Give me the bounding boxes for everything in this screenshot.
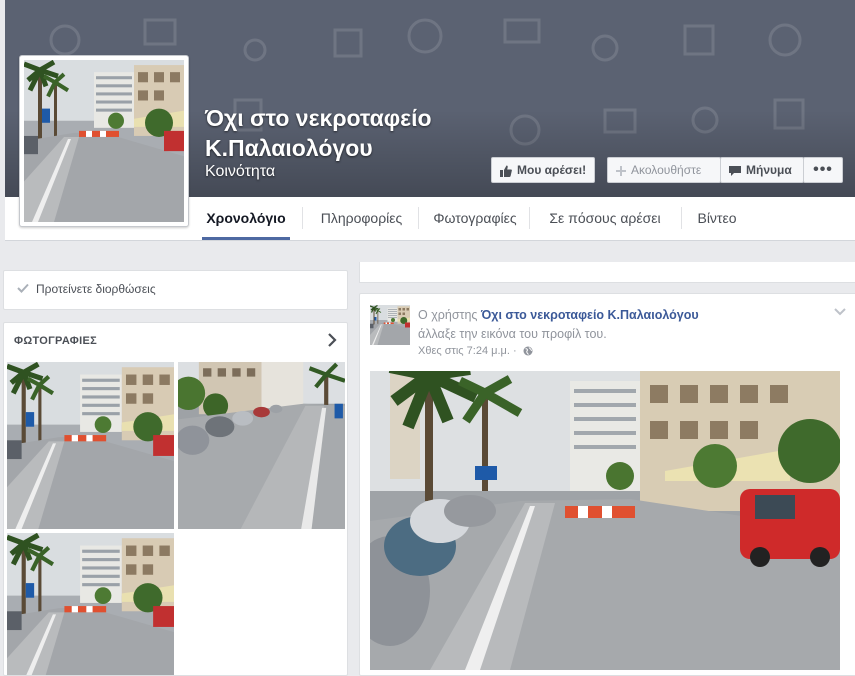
chevron-down-icon[interactable] xyxy=(834,308,846,316)
tab-videos[interactable]: Βίντεο xyxy=(693,197,741,240)
profile-photo-image xyxy=(24,60,184,222)
tab-about[interactable]: Πληροφορίες xyxy=(314,197,409,240)
like-label: Μου αρέσει! xyxy=(517,163,587,177)
thumbs-up-icon xyxy=(500,165,512,177)
timeline-post: Ο χρήστης Όχι στο νεκροταφείο Κ.Παλαιολό… xyxy=(359,293,855,676)
post-action-text: άλλαξε την εικόνα του προφίλ του. xyxy=(418,327,607,341)
message-button[interactable]: Μήνυμα xyxy=(720,157,804,183)
profile-picture[interactable] xyxy=(19,55,189,227)
suggest-edits-box[interactable]: Προτείνετε διορθώσεις xyxy=(3,270,348,310)
page-category[interactable]: Κοινότητα xyxy=(205,163,275,181)
post-photo[interactable] xyxy=(370,371,840,670)
post-meta: Χθες στις 7:24 μ.μ. · xyxy=(418,345,533,357)
post-author-avatar[interactable] xyxy=(370,305,410,345)
chevron-right-icon[interactable] xyxy=(327,333,337,347)
post-header: Ο χρήστης Όχι στο νεκροταφείο Κ.Παλαιολό… xyxy=(418,306,838,344)
page-title[interactable]: Όχι στο νεκροταφείο Κ.Παλαιολόγου xyxy=(205,103,432,163)
post-prefix: Ο χρήστης xyxy=(418,308,478,322)
suggest-edits-link[interactable]: Προτείνετε διορθώσεις xyxy=(36,282,156,296)
plus-icon xyxy=(616,165,626,176)
checkmark-icon xyxy=(17,283,29,293)
tab-divider xyxy=(529,207,530,229)
tab-divider xyxy=(418,207,419,229)
globe-icon[interactable] xyxy=(523,346,533,356)
photo-thumbnail[interactable] xyxy=(7,362,174,529)
post-timestamp[interactable]: Χθες στις 7:24 μ.μ. · xyxy=(418,345,517,357)
tab-likes[interactable]: Σε πόσους αρέσει xyxy=(541,197,669,240)
tab-divider xyxy=(302,207,303,229)
post-author-link[interactable]: Όχι στο νεκροταφείο Κ.Παλαιολόγου xyxy=(481,308,699,322)
follow-label: Ακολουθήστε xyxy=(631,163,702,177)
tab-timeline[interactable]: Χρονολόγιο xyxy=(202,197,290,240)
photo-thumbnail[interactable] xyxy=(178,362,345,529)
page-title-line1: Όχι στο νεκροταφείο xyxy=(205,105,432,131)
photos-header[interactable]: ΦΩΤΟΓΡΑΦΙΕΣ xyxy=(14,335,97,347)
message-label: Μήνυμα xyxy=(746,163,792,177)
tab-photos[interactable]: Φωτογραφίες xyxy=(430,197,520,240)
page-title-line2: Κ.Παλαιολόγου xyxy=(205,135,373,161)
photos-box: ΦΩΤΟΓΡΑΦΙΕΣ xyxy=(3,322,348,676)
photo-thumbnail[interactable] xyxy=(7,533,174,676)
previous-story-bottom xyxy=(359,262,855,283)
speech-bubble-icon xyxy=(729,165,741,176)
more-options-button[interactable]: ••• xyxy=(803,157,843,183)
like-page-button[interactable]: Μου αρέσει! xyxy=(491,157,595,183)
more-options-icon: ••• xyxy=(813,161,833,178)
follow-button[interactable]: Ακολουθήστε xyxy=(607,157,721,183)
tab-divider xyxy=(681,207,682,229)
